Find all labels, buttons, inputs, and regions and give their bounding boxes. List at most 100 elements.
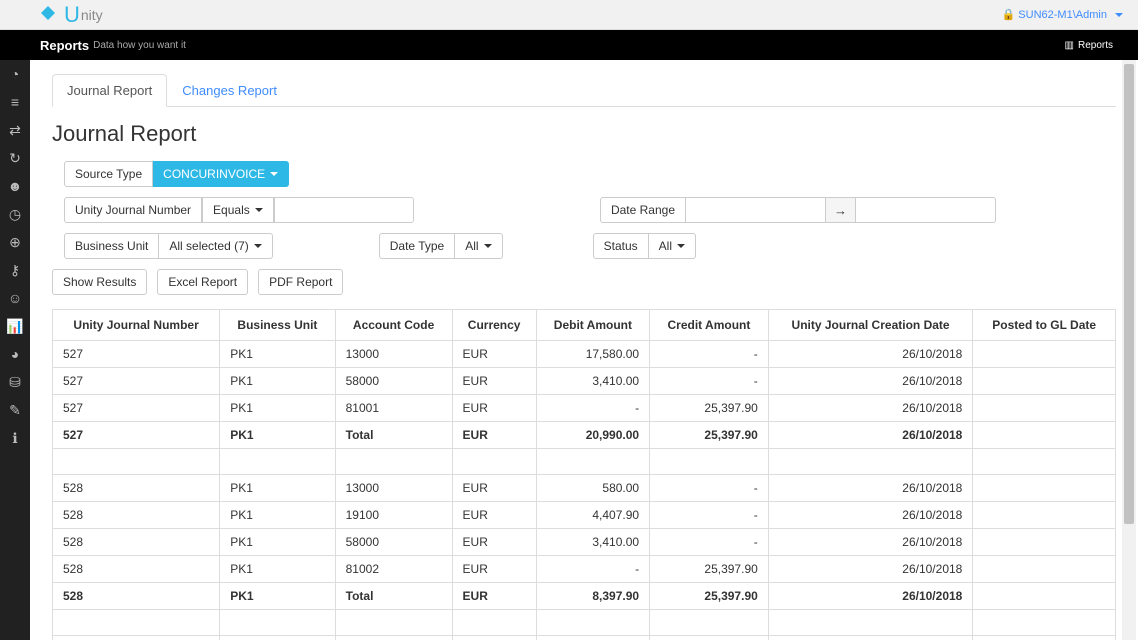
date-from-input[interactable]: [686, 197, 826, 223]
cell-created: 26/10/2018: [768, 529, 973, 556]
blank-cell: [335, 610, 452, 636]
col-credit[interactable]: Credit Amount: [650, 310, 769, 341]
scrollbar-thumb[interactable]: [1124, 64, 1134, 524]
blank-cell: [973, 449, 1116, 475]
cell-credit: -: [650, 368, 769, 395]
table-row: 528PK119100EUR4,407.90-26/10/2018: [53, 502, 1116, 529]
swap-icon[interactable]: ⇄: [0, 116, 30, 144]
cell-posted: 26/10/2018: [973, 636, 1116, 640]
table-row: 527PK181001EUR-25,397.9026/10/2018: [53, 395, 1116, 422]
cell-posted: [973, 529, 1116, 556]
business-unit-label: Business Unit: [64, 233, 159, 259]
cell-bu: PK1: [220, 529, 335, 556]
section-titlebar: Reports Data how you want it ▥ Reports: [0, 30, 1138, 60]
cell-bu: PK1: [220, 341, 335, 368]
globe-icon[interactable]: ⊕: [0, 228, 30, 256]
cell-created: 26/10/2018: [768, 556, 973, 583]
date-to-input[interactable]: [856, 197, 996, 223]
breadcrumb-right: ▥ Reports: [1065, 40, 1113, 51]
blank-cell: [53, 610, 220, 636]
cell-cur: EUR: [452, 368, 536, 395]
col-cur[interactable]: Currency: [452, 310, 536, 341]
cell-acc: 81001: [335, 395, 452, 422]
excel-report-button[interactable]: Excel Report: [157, 269, 248, 295]
report-tabs: Journal Report Changes Report: [52, 74, 1116, 107]
user-label: SUN62-M1\Admin: [1018, 9, 1107, 21]
business-unit-dropdown[interactable]: All selected (7): [159, 233, 272, 259]
col-bu[interactable]: Business Unit: [220, 310, 335, 341]
pie-icon[interactable]: ◕: [0, 340, 30, 368]
info-icon[interactable]: ℹ: [0, 424, 30, 452]
blank-cell: [536, 449, 649, 475]
blank-cell: [53, 449, 220, 475]
cell-posted: [973, 368, 1116, 395]
arrow-right-icon: →: [826, 197, 856, 223]
cell-posted: [973, 422, 1116, 449]
cell-cur: EUR: [452, 475, 536, 502]
caret-down-icon: [255, 208, 263, 212]
cell-ujn: 529: [53, 636, 220, 640]
cell-ujn: 528: [53, 529, 220, 556]
date-range-group: Date Range →: [600, 197, 996, 223]
tab-journal-report[interactable]: Journal Report: [52, 74, 167, 107]
cell-cur: EUR: [452, 341, 536, 368]
business-unit-value: All selected (7): [169, 239, 248, 253]
loop-icon[interactable]: ↻: [0, 144, 30, 172]
pdf-report-button[interactable]: PDF Report: [258, 269, 343, 295]
col-ujn[interactable]: Unity Journal Number: [53, 310, 220, 341]
table-row: 528PK1TotalEUR8,397.9025,397.9026/10/201…: [53, 583, 1116, 610]
cell-posted: [973, 502, 1116, 529]
cell-credit: 25,397.90: [650, 556, 769, 583]
cell-posted: [973, 583, 1116, 610]
cell-posted: [973, 341, 1116, 368]
table-row: [53, 610, 1116, 636]
cell-posted: [973, 395, 1116, 422]
ujn-input[interactable]: [274, 197, 414, 223]
cell-cur: EUR: [452, 422, 536, 449]
ujn-operator-dropdown[interactable]: Equals: [202, 197, 274, 223]
ujn-filter-group: Unity Journal Number Equals: [64, 197, 414, 223]
section-subtitle: Data how you want it: [93, 40, 186, 51]
table-row: [53, 449, 1116, 475]
show-results-button[interactable]: Show Results: [52, 269, 147, 295]
cell-created: 26/10/2018: [768, 475, 973, 502]
table-row: 527PK158000EUR3,410.00-26/10/2018: [53, 368, 1116, 395]
cell-credit: -: [650, 341, 769, 368]
blank-cell: [768, 449, 973, 475]
cell-acc: 13000: [335, 475, 452, 502]
caret-down-icon: [484, 244, 492, 248]
status-group: Status All: [593, 233, 696, 259]
col-created[interactable]: Unity Journal Creation Date: [768, 310, 973, 341]
chart-icon[interactable]: 📊: [0, 312, 30, 340]
blank-cell: [536, 610, 649, 636]
clock-icon[interactable]: ◷: [0, 200, 30, 228]
cell-bu: PK1: [220, 395, 335, 422]
brand-u: U: [64, 2, 80, 28]
list-icon[interactable]: ≡: [0, 88, 30, 116]
source-type-group: Source Type CONCURINVOICE: [64, 161, 289, 187]
users-icon[interactable]: ☻: [0, 172, 30, 200]
edit-icon[interactable]: ✎: [0, 396, 30, 424]
cell-bu: PK1: [220, 636, 335, 640]
brand-logo: Unity: [64, 2, 103, 28]
key-icon[interactable]: ⚷: [0, 256, 30, 284]
cell-debit: 17,580.00: [536, 636, 649, 640]
database-icon[interactable]: ⛁: [0, 368, 30, 396]
cell-ujn: 528: [53, 583, 220, 610]
tab-changes-report[interactable]: Changes Report: [167, 74, 292, 106]
cell-created: 26/10/2018: [768, 422, 973, 449]
status-dropdown[interactable]: All: [649, 233, 696, 259]
table-header-row: Unity Journal Number Business Unit Accou…: [53, 310, 1116, 341]
cell-cur: EUR: [452, 556, 536, 583]
source-type-dropdown[interactable]: CONCURINVOICE: [153, 161, 289, 187]
col-posted[interactable]: Posted to GL Date: [973, 310, 1116, 341]
col-acc[interactable]: Account Code: [335, 310, 452, 341]
cell-cur: EUR: [452, 395, 536, 422]
dashboard-icon[interactable]: ◔: [0, 60, 30, 88]
user-menu[interactable]: 🔒 SUN62-M1\Admin: [1002, 8, 1123, 21]
cell-cur: EUR: [452, 583, 536, 610]
group-icon[interactable]: ☺: [0, 284, 30, 312]
date-type-dropdown[interactable]: All: [455, 233, 502, 259]
scrollbar-track[interactable]: [1122, 60, 1136, 640]
col-debit[interactable]: Debit Amount: [536, 310, 649, 341]
